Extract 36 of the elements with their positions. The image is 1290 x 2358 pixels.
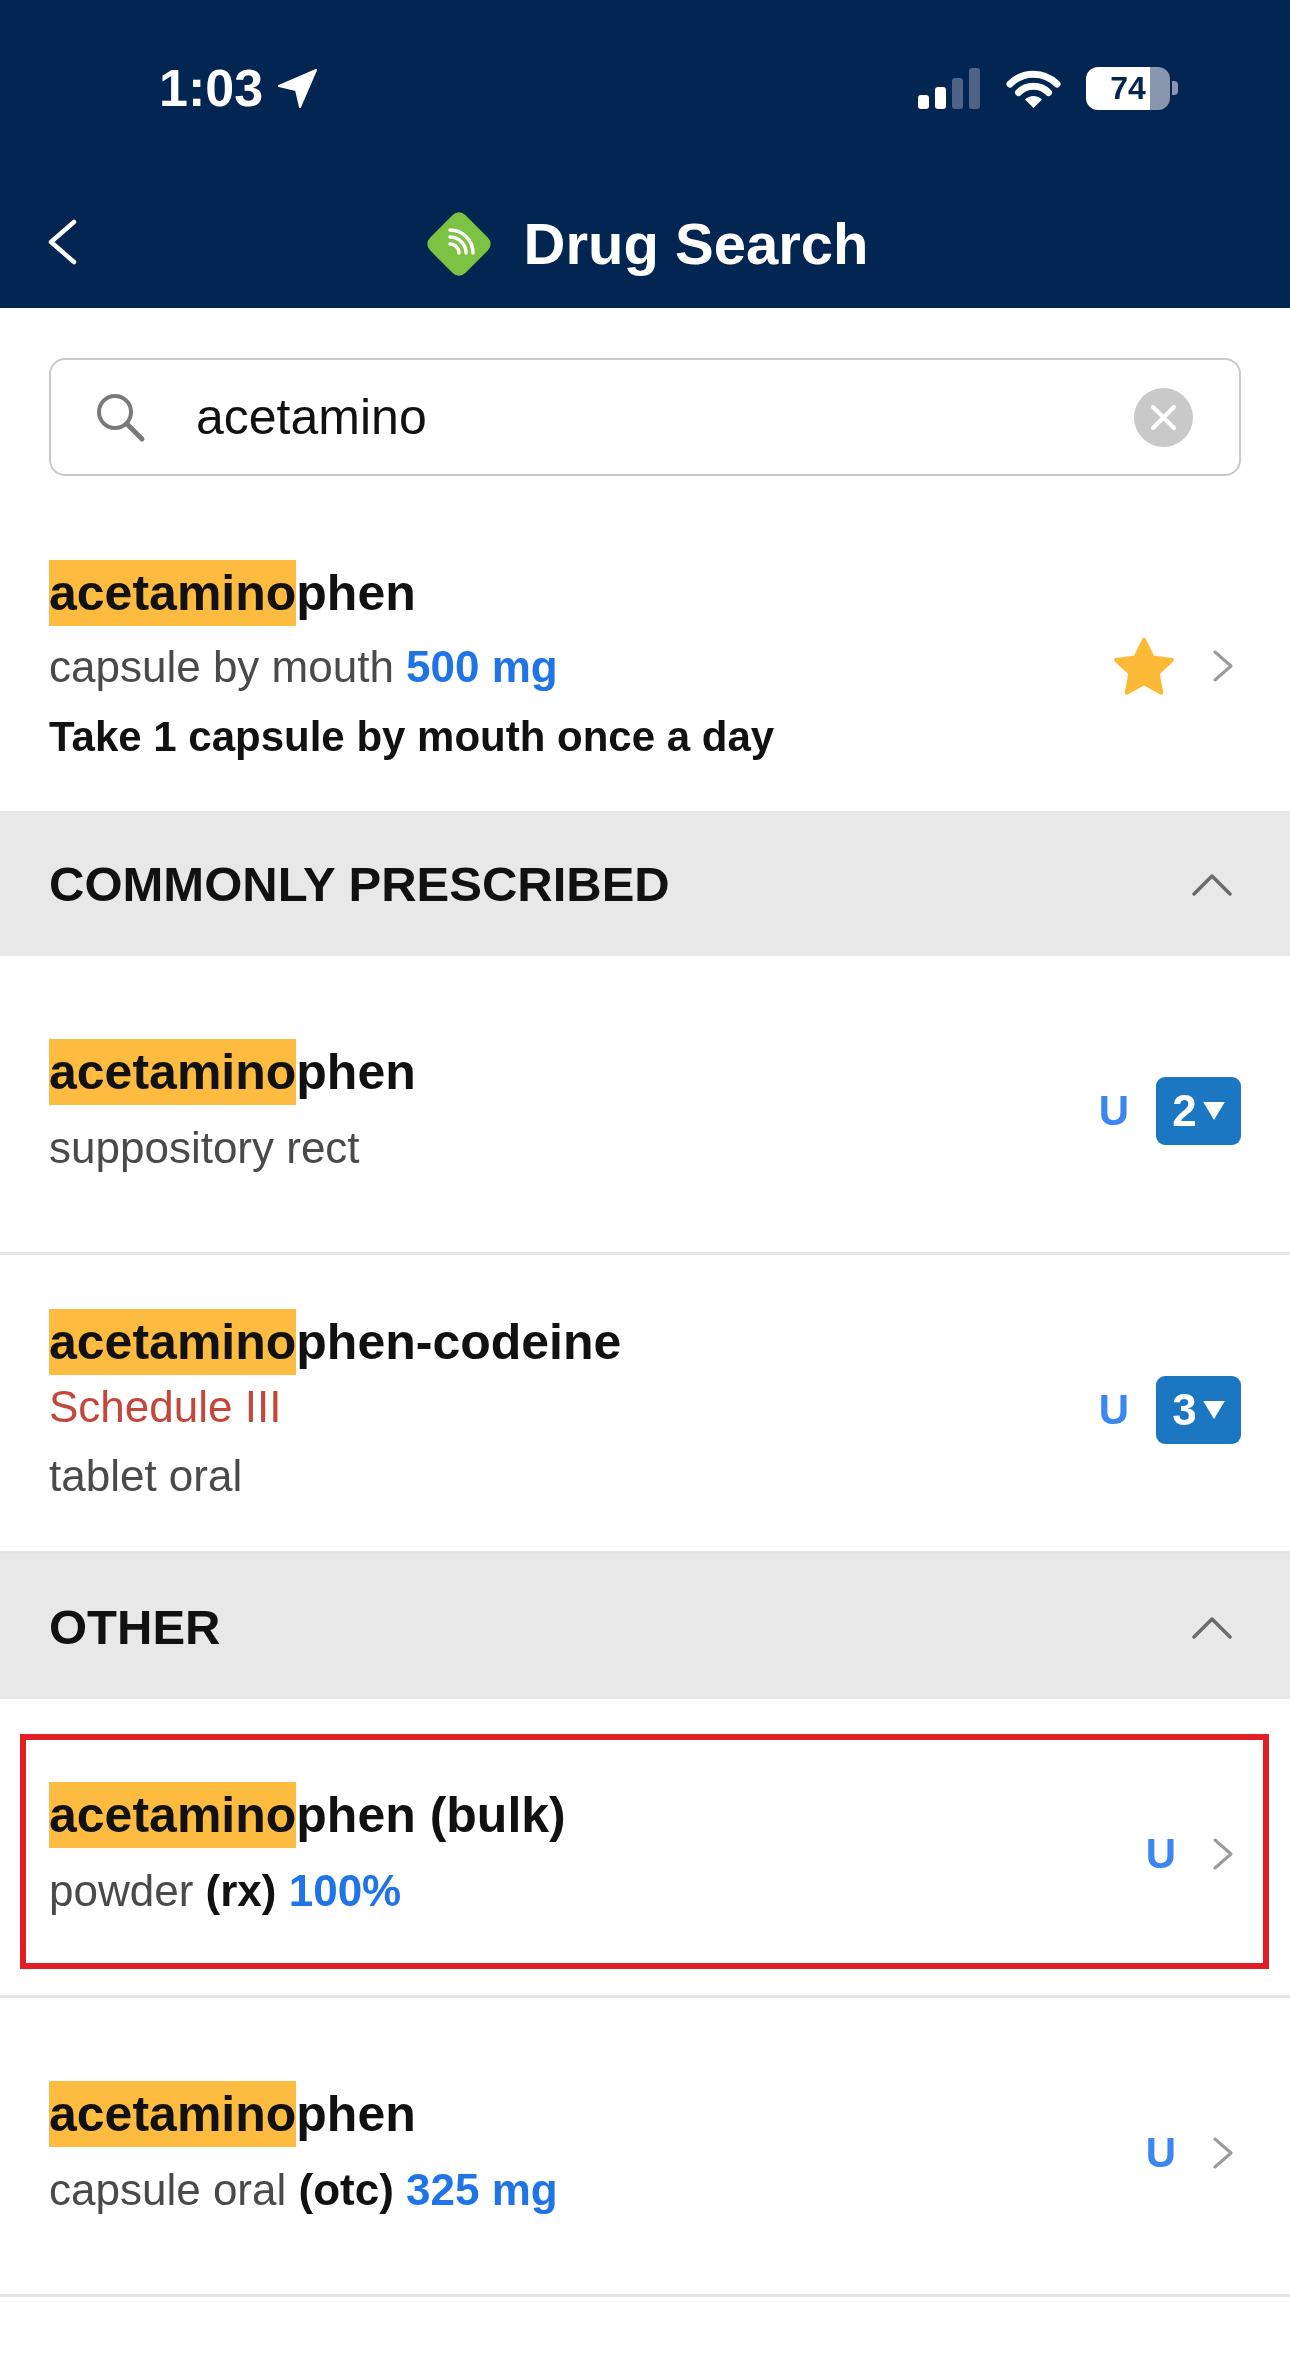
drug-name: acetaminophen-codeine: [49, 1309, 1099, 1375]
status-time: 1:03: [159, 58, 264, 118]
chevron-right-icon: [1212, 650, 1234, 682]
flag-label: U: [1098, 1386, 1129, 1434]
tier-button[interactable]: 2: [1156, 1077, 1241, 1145]
battery-indicator: 74: [1086, 66, 1178, 110]
drug-name: acetaminophen: [49, 560, 1111, 626]
dosage-instruction: Take 1 capsule by mouth once a day: [49, 712, 776, 762]
drug-list-item[interactable]: acetaminophen (bulk) powder (rx) 100% U: [0, 1699, 1290, 1998]
drug-details: capsule oral (otc) 325 mg: [49, 2164, 559, 2216]
section-header[interactable]: OTHER: [0, 1554, 1290, 1699]
drug-details: tablet oral: [49, 1450, 244, 1502]
drug-details: capsule by mouth 500 mg: [49, 641, 559, 693]
drug-name: acetaminophen (bulk): [49, 1782, 1146, 1848]
back-icon[interactable]: [47, 219, 77, 265]
drug-name: acetaminophen: [49, 1039, 1099, 1105]
chevron-right-icon: [1212, 2137, 1234, 2169]
triangle-down-icon: [1202, 1102, 1225, 1120]
triangle-down-icon: [1202, 1401, 1225, 1419]
signal-icon: [918, 67, 981, 109]
flag-label: U: [1145, 2129, 1176, 2177]
drug-list-item[interactable]: acetaminophen capsule oral (otc) 325 mg U: [0, 1998, 1290, 2297]
tier-button[interactable]: 3: [1156, 1376, 1241, 1444]
location-arrow-icon: [277, 67, 319, 109]
search-icon: [95, 391, 146, 443]
drug-details: powder (rx) 100%: [49, 1865, 403, 1917]
section-header[interactable]: COMMONLY PRESCRIBED: [0, 811, 1290, 956]
flag-label: U: [1145, 1830, 1176, 1878]
drug-list-item[interactable]: acetaminophen suppository rect U 2: [0, 956, 1290, 1255]
drug-name: acetaminophen: [49, 2081, 1146, 2147]
drug-details: suppository rect: [49, 1122, 361, 1174]
chevron-right-icon: [1212, 1838, 1234, 1870]
search-field[interactable]: acetamino: [49, 358, 1241, 476]
drug-list-item[interactable]: acetaminophen capsule by mouth 500 mg Take 1 capsule by mouth once a day: [0, 476, 1290, 811]
schedule-label: Schedule III: [49, 1381, 283, 1433]
flag-label: U: [1098, 1087, 1129, 1135]
